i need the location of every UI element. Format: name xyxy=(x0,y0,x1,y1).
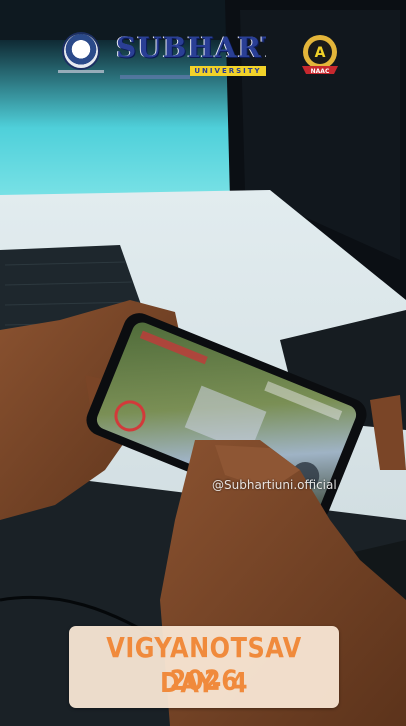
seal-caption-strip xyxy=(58,70,104,73)
university-wordmark: SUBHARTI xyxy=(116,31,266,64)
photo-backdrop xyxy=(0,0,406,726)
wordmark-underline xyxy=(120,75,190,79)
university-word-strip: UNIVERSITY xyxy=(190,66,266,76)
photo-scene: SUBHARTI UNIVERSITY A NAAC @Subhartiuni.… xyxy=(0,0,406,726)
naac-seal-icon: A NAAC xyxy=(302,35,338,75)
event-caption-box: VIGYANOTSAV 2026 DAY- 4 xyxy=(69,626,339,708)
naac-grade: A xyxy=(315,45,326,61)
naac-label: NAAC xyxy=(311,68,330,75)
logo-bar: SUBHARTI UNIVERSITY A NAAC xyxy=(58,28,358,82)
university-seal-icon xyxy=(64,34,98,68)
event-day: DAY- 4 xyxy=(159,666,249,700)
social-handle-watermark: @Subhartiuni.official xyxy=(212,478,337,492)
